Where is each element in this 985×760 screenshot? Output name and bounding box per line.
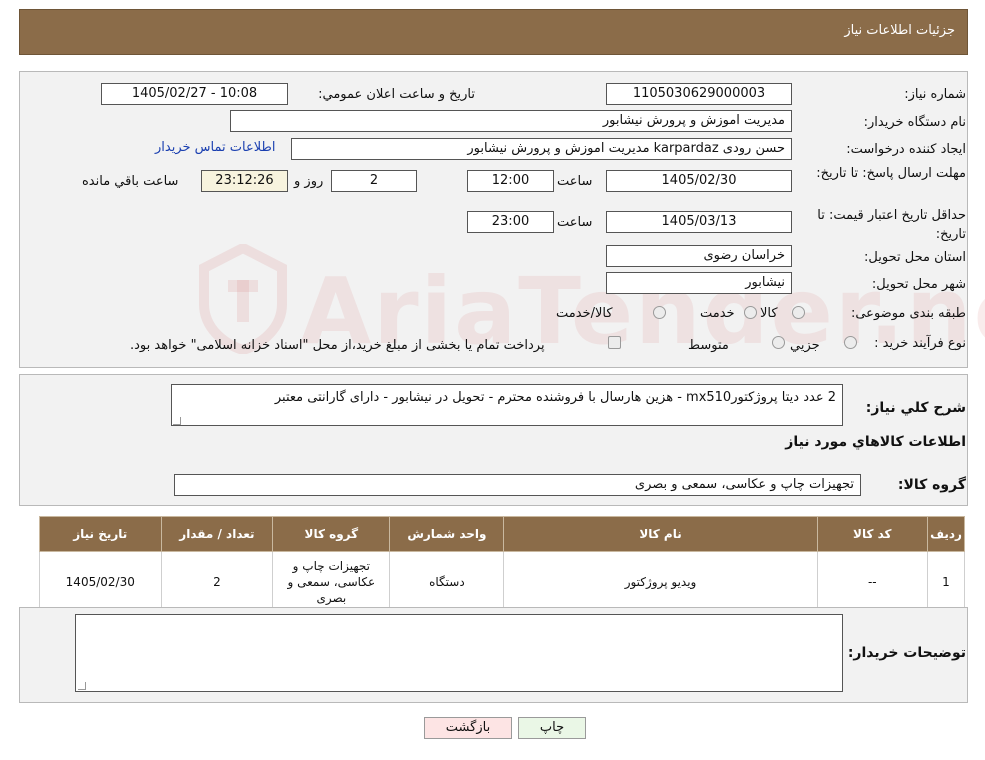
category-goods-radio[interactable] [792, 306, 805, 319]
reply-deadline-date-field: 1405/02/30 [606, 170, 792, 192]
requester-field: حسن رودی karpardaz مدیریت اموزش و پرورش … [291, 138, 792, 160]
price-validity-date-field: 1405/03/13 [606, 211, 792, 233]
category-service-label: خدمت [700, 306, 735, 321]
table-header-row: تاریخ نیاز تعداد / مقدار گروه کالا واحد … [39, 516, 965, 552]
price-validity-time-label: ساعت [557, 215, 593, 230]
cell-qty: 2 [160, 551, 274, 613]
announce-datetime-label: تاریخ و ساعت اعلان عمومي: [318, 87, 475, 102]
city-label: شهر محل تحویل: [871, 277, 966, 292]
cell-group: تجهیزات چاپ و عکاسی، سمعی و بصری [272, 551, 391, 613]
buyer-notes-label: توضیحات خریدار: [847, 645, 966, 661]
requester-label: ایجاد کننده درخواست: [846, 142, 966, 157]
cell-row: 1 [927, 551, 965, 613]
col-unit: واحد شمارش [389, 516, 505, 552]
announce-datetime-field: 1405/02/27 - 10:08 [101, 83, 288, 105]
buyer-notes-field[interactable] [75, 614, 843, 692]
goods-group-label: گروه کالا: [897, 477, 966, 493]
process-minor-radio[interactable] [844, 336, 857, 349]
goods-group-field: تجهیزات چاپ و عکاسی، سمعی و بصری [174, 474, 861, 496]
page-header: جزئیات اطلاعات نیاز [19, 9, 968, 55]
col-row: ردیف [927, 516, 965, 552]
cell-date: 1405/02/30 [39, 551, 162, 613]
province-label: استان محل تحویل: [864, 250, 966, 265]
reply-deadline-label: مهلت ارسال پاسخ: تا تاریخ: [816, 166, 966, 181]
col-name: نام کالا [503, 516, 818, 552]
back-button[interactable]: بازگشت [424, 717, 512, 739]
process-minor-label: جزیي [790, 338, 820, 353]
cell-code: -- [816, 551, 929, 613]
days-label: روز و [294, 174, 324, 189]
col-code: کد کالا [816, 516, 929, 552]
buyer-contact-link[interactable]: اطلاعات تماس خریدار [155, 140, 275, 155]
need-number-field: 1105030629000003 [606, 83, 792, 105]
category-goods-service-label: کالا/خدمت [556, 306, 613, 321]
category-label: طبقه بندی موضوعی: [850, 306, 966, 321]
need-number-label: شماره نیاز: [904, 87, 966, 102]
items-table: تاریخ نیاز تعداد / مقدار گروه کالا واحد … [39, 516, 965, 613]
description-label: شرح کلي نیاز: [865, 400, 966, 416]
cell-name: ویدیو پروژکتور [503, 551, 818, 613]
col-date: تاریخ نیاز [39, 516, 162, 552]
category-goods-label: کالا [760, 306, 778, 321]
price-validity-label: حداقل تاریخ اعتبار قیمت: تا تاریخ: [817, 208, 966, 242]
process-type-label: نوع فرآیند خرید : [874, 336, 966, 351]
process-medium-label: متوسط [688, 338, 729, 353]
category-goods-service-radio[interactable] [653, 306, 666, 319]
col-group: گروه کالا [272, 516, 391, 552]
process-treasury-checkbox[interactable] [608, 336, 621, 349]
page-title: جزئیات اطلاعات نیاز [844, 23, 955, 38]
province-field: خراسان رضوی [606, 245, 792, 267]
print-button[interactable]: چاپ [518, 717, 586, 739]
category-service-radio[interactable] [744, 306, 757, 319]
time-remaining-field: 23:12:26 [201, 170, 288, 192]
buyer-org-field: مدیریت اموزش و پرورش نیشابور [230, 110, 792, 132]
description-field: 2 عدد دیتا پروژکتورmx510 - هزین هارسال ب… [171, 384, 843, 426]
reply-deadline-time-label: ساعت [557, 174, 593, 189]
days-remaining-field: 2 [331, 170, 417, 192]
process-treasury-note: پرداخت تمام یا بخشی از مبلغ خرید،از محل … [130, 338, 545, 353]
reply-deadline-time-field: 12:00 [467, 170, 554, 192]
buyer-org-label: نام دستگاه خریدار: [863, 115, 966, 130]
col-qty: تعداد / مقدار [160, 516, 274, 552]
cell-unit: دستگاه [389, 551, 505, 613]
description-resize-handle[interactable] [173, 417, 181, 425]
buyer-notes-resize-handle[interactable] [78, 682, 86, 690]
time-remaining-label: ساعت باقي مانده [82, 174, 179, 189]
goods-section-title: اطلاعات کالاهاي مورد نیاز [785, 434, 966, 450]
price-validity-time-field: 23:00 [467, 211, 554, 233]
city-field: نیشابور [606, 272, 792, 294]
process-medium-radio[interactable] [772, 336, 785, 349]
table-row: 1405/02/30 2 تجهیزات چاپ و عکاسی، سمعی و… [39, 551, 965, 613]
